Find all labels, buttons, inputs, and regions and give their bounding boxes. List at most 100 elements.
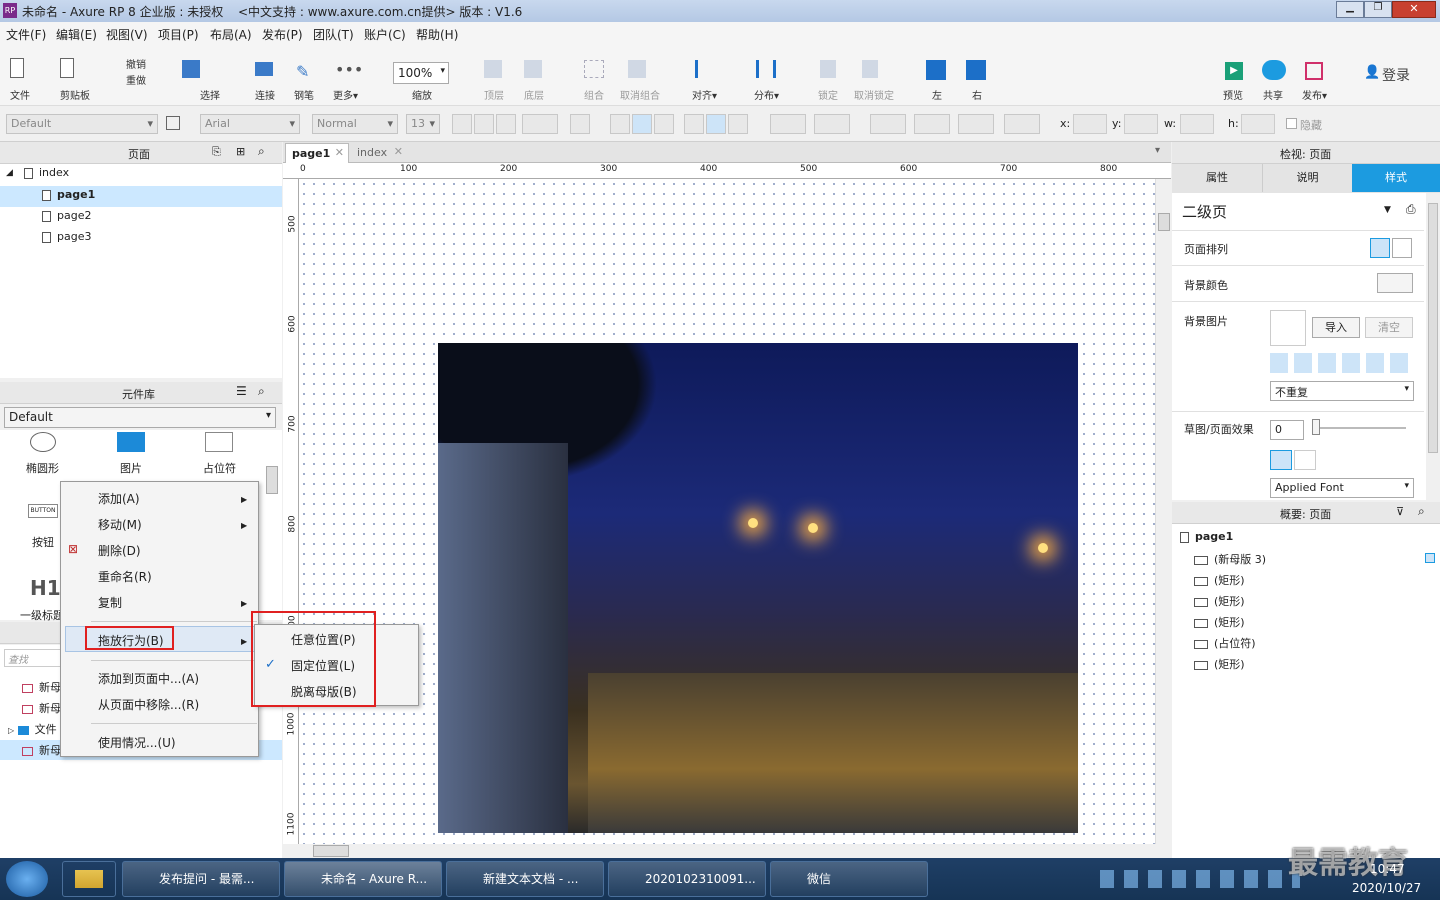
preview-icon[interactable]: ▶	[1225, 62, 1243, 80]
button-widget-icon[interactable]: BUTTON	[28, 504, 58, 518]
ellipse-icon[interactable]	[30, 432, 56, 452]
menu-team[interactable]: 团队(T)	[313, 26, 354, 43]
menu-copy[interactable]: 复制	[98, 590, 122, 616]
right-icon[interactable]	[966, 60, 986, 80]
weight-select[interactable]: Normal	[312, 114, 398, 134]
style-edit-icon[interactable]	[166, 116, 180, 130]
align-left-button[interactable]	[610, 114, 630, 134]
shadow-button[interactable]	[814, 114, 850, 134]
menu-usage[interactable]: 使用情况...(U)	[98, 730, 176, 756]
menu-rename[interactable]: 重命名(R)	[98, 564, 152, 590]
w-input[interactable]	[1180, 114, 1214, 134]
scroll-thumb[interactable]	[1158, 213, 1170, 231]
unlock-icon[interactable]	[862, 60, 878, 78]
master-item[interactable]: 新母	[22, 742, 61, 758]
redo-button[interactable]: 重做	[126, 72, 146, 87]
line-color-button[interactable]	[870, 114, 906, 134]
menu-icon[interactable]: ☰	[236, 384, 247, 398]
font-color-button[interactable]	[522, 114, 558, 134]
master-item[interactable]: 新母	[22, 700, 61, 716]
outline-root[interactable]: page1	[1180, 530, 1233, 543]
sketch-input[interactable]: 0	[1270, 420, 1304, 440]
login-button[interactable]: 登录	[1382, 65, 1410, 85]
master-folder[interactable]: ▷ 文件	[8, 721, 57, 737]
canvas-vscroll[interactable]	[1155, 179, 1171, 844]
fill-color-button[interactable]	[770, 114, 806, 134]
page-name-dropdown-icon[interactable]: ▼	[1384, 205, 1391, 215]
paste-icon[interactable]	[60, 58, 74, 78]
explorer-icon[interactable]	[62, 861, 116, 897]
tray-icons[interactable]	[1100, 870, 1300, 888]
more-icon[interactable]: •••	[335, 60, 363, 82]
bold-button[interactable]	[452, 114, 472, 134]
close-icon[interactable]: ✕	[335, 146, 344, 159]
menu-account[interactable]: 账户(C)	[364, 26, 406, 43]
repeat-select[interactable]: 不重复 ▾	[1270, 381, 1414, 401]
valign-bottom-button[interactable]	[728, 114, 748, 134]
distribute-icon[interactable]	[756, 60, 776, 78]
sketch-slider[interactable]	[1312, 427, 1406, 429]
share-label[interactable]: 共享	[1263, 87, 1283, 102]
search-icon[interactable]: ⌕	[1418, 504, 1425, 519]
search-icon[interactable]: ⌕	[258, 384, 265, 399]
align-label[interactable]: 对齐▾	[692, 87, 717, 102]
publish-label[interactable]: 发布▾	[1302, 87, 1327, 102]
task-word[interactable]: 2020102310091...	[608, 861, 766, 897]
arrow-style-button[interactable]	[1004, 114, 1040, 134]
menu-add[interactable]: 添加(A)	[98, 486, 140, 512]
outline-item[interactable]: (矩形)	[1194, 614, 1245, 630]
align-right-button[interactable]	[654, 114, 674, 134]
tree-item-page3[interactable]: page3	[42, 230, 91, 250]
add-folder-icon[interactable]: ⊞	[236, 145, 245, 158]
page-name[interactable]: 二级页	[1182, 201, 1227, 222]
collapse-arrow-icon[interactable]: ◢	[6, 168, 13, 178]
hide-checkbox[interactable]	[1286, 118, 1297, 129]
align-left-page-button[interactable]	[1370, 238, 1390, 258]
align-center-button[interactable]	[632, 114, 652, 134]
undo-button[interactable]: 撤销	[126, 56, 146, 71]
outline-item[interactable]: (新母版 3)	[1194, 551, 1266, 567]
image-icon[interactable]	[117, 432, 145, 452]
library-select[interactable]: Default ▾	[4, 407, 276, 428]
task-axure[interactable]: 未命名 - Axure R...	[284, 861, 442, 897]
lock-icon[interactable]	[820, 60, 836, 78]
bullet-button[interactable]	[570, 114, 590, 134]
align-center-page-button[interactable]	[1392, 238, 1412, 258]
menu-help[interactable]: 帮助(H)	[416, 26, 458, 43]
menu-project[interactable]: 项目(P)	[158, 26, 199, 43]
master-item[interactable]: 新母	[22, 679, 61, 695]
start-button[interactable]	[6, 861, 48, 897]
clear-button[interactable]: 清空	[1365, 317, 1413, 338]
edit-style-icon[interactable]: ⎙	[1406, 202, 1416, 217]
more-label[interactable]: 更多▾	[333, 87, 358, 102]
menu-file[interactable]: 文件(F)	[6, 26, 46, 43]
import-button[interactable]: 导入	[1312, 317, 1360, 338]
canvas-hscroll[interactable]	[299, 844, 1155, 858]
tab-index[interactable]: index ✕	[351, 143, 407, 163]
font-select[interactable]: Applied Font ▾	[1270, 478, 1414, 498]
distribute-label[interactable]: 分布▾	[754, 87, 779, 102]
menu-remove-from-page[interactable]: 从页面中移除...(R)	[98, 692, 199, 718]
tree-item-index[interactable]: index	[24, 166, 69, 186]
bg-color-picker[interactable]	[1377, 273, 1413, 293]
new-file-icon[interactable]	[10, 58, 24, 78]
hscroll-thumb[interactable]	[313, 845, 349, 857]
library-scrollbar[interactable]	[266, 466, 278, 494]
menu-layout[interactable]: 布局(A)	[210, 26, 252, 43]
scroll-thumb[interactable]	[1428, 203, 1438, 453]
left-icon[interactable]	[926, 60, 946, 80]
menu-move[interactable]: 移动(M)	[98, 512, 142, 538]
close-button[interactable]: ✕	[1392, 1, 1436, 18]
underline-button[interactable]	[496, 114, 516, 134]
menu-view[interactable]: 视图(V)	[106, 26, 148, 43]
tab-dropdown-icon[interactable]: ▾	[1155, 145, 1160, 156]
bg-image-preview[interactable]	[1270, 310, 1306, 346]
grayscale-mode-button[interactable]	[1294, 450, 1316, 470]
design-canvas[interactable]	[299, 179, 1171, 844]
tree-item-page2[interactable]: page2	[42, 209, 91, 229]
x-input[interactable]	[1073, 114, 1107, 134]
align-icon[interactable]	[695, 60, 713, 78]
publish-icon[interactable]	[1305, 62, 1323, 80]
size-select[interactable]: 13	[406, 114, 440, 134]
color-mode-button[interactable]	[1270, 450, 1292, 470]
